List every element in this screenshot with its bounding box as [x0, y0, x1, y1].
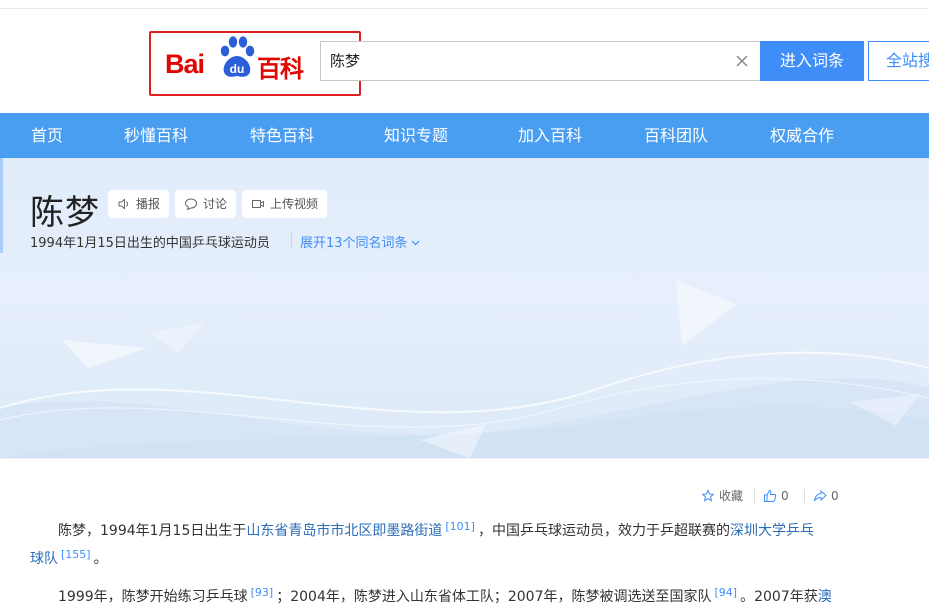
video-icon [252, 200, 264, 208]
like-count: 0 [781, 489, 789, 503]
reference-155[interactable]: [155] [58, 548, 94, 561]
nav-item-join[interactable]: 加入百科 [518, 113, 582, 158]
expand-homonyms-label: 展开13个同名词条 [300, 236, 408, 251]
para2-text-3: 。2007年获 [740, 589, 818, 605]
speaker-icon [118, 198, 128, 210]
upload-video-button[interactable]: 上传视频 [242, 190, 327, 218]
paw-icon: du [220, 36, 255, 77]
like-button[interactable]: 0 [763, 487, 795, 505]
chevron-down-icon [411, 240, 419, 246]
nav-item-miaodong[interactable]: 秒懂百科 [124, 113, 188, 158]
clear-icon[interactable] [734, 53, 750, 69]
para2-text-1: 1999年，陈梦开始练习乒乓球 [58, 589, 248, 605]
career-paragraph: 1999年，陈梦开始练习乒乓球 [93] ；2004年，陈梦进入山东省体工队；200… [30, 581, 832, 609]
birthplace-link[interactable]: 山东省青岛市市北区即墨路街道 [246, 523, 442, 539]
top-divider [0, 8, 929, 9]
enter-entry-button[interactable]: 进入词条 [760, 41, 864, 81]
para1-text-3: 。 [93, 551, 108, 567]
logo-bai-text: Bai [165, 49, 205, 79]
para2-text-2: ；2004年，陈梦进入山东省体工队；2007年，陈梦被调选送至国家队 [276, 589, 712, 605]
thumbs-up-icon [764, 489, 777, 502]
upload-video-label: 上传视频 [270, 197, 319, 211]
logo-baike-text: 百科 [257, 55, 304, 83]
share-button[interactable]: 0 [813, 487, 843, 505]
page-title: 陈梦 [30, 193, 100, 233]
star-icon [701, 489, 715, 502]
broadcast-label: 播报 [136, 197, 161, 211]
collect-button[interactable]: 收藏 [701, 487, 747, 505]
discuss-label: 讨论 [203, 197, 228, 211]
subtitle-divider [291, 233, 292, 247]
comment-icon [184, 198, 198, 211]
entry-hero: 陈梦 播报 讨论 上传视频 1994年1月15日出生的中国乒乓球运动员 展开13… [0, 158, 929, 458]
para1-text-2: ，中国乒乓球运动员，效力于乒超联赛的 [477, 523, 730, 539]
logo-du-text: du [230, 62, 245, 76]
para1-text-1: 陈梦，1994年1月15日出生于 [58, 523, 247, 539]
collect-label: 收藏 [719, 489, 744, 503]
share-count: 0 [831, 489, 839, 503]
action-separator [804, 489, 805, 503]
discuss-button[interactable]: 讨论 [175, 190, 236, 218]
search-input[interactable]: 陈梦 [320, 41, 761, 81]
hero-accent-bar [0, 158, 3, 253]
main-nav: 首页 秒懂百科 特色百科 知识专题 加入百科 百科团队 权威合作 [0, 113, 929, 158]
macau-link[interactable]: 澳 [818, 589, 832, 605]
nav-item-team[interactable]: 百科团队 [644, 113, 708, 158]
reference-94[interactable]: [94] [712, 586, 741, 599]
baidu-baike-logo[interactable]: Bai du 百科 [165, 34, 315, 86]
action-separator [754, 489, 755, 503]
entry-subtitle: 1994年1月15日出生的中国乒乓球运动员 [30, 236, 270, 251]
nav-item-partners[interactable]: 权威合作 [770, 113, 834, 158]
nav-item-special[interactable]: 特色百科 [250, 113, 314, 158]
nav-item-topics[interactable]: 知识专题 [384, 113, 448, 158]
intro-paragraph: 陈梦，1994年1月15日出生于山东省青岛市市北区即墨路街道 [101] ，中国乒乓… [30, 515, 815, 571]
share-icon [814, 489, 827, 502]
nav-item-home[interactable]: 首页 [31, 113, 63, 158]
expand-homonyms-link[interactable]: 展开13个同名词条 [300, 232, 420, 251]
site-search-button[interactable]: 全站搜 [868, 41, 929, 81]
broadcast-button[interactable]: 播报 [108, 190, 169, 218]
reference-101[interactable]: [101] [442, 520, 478, 533]
reference-93[interactable]: [93] [248, 586, 277, 599]
